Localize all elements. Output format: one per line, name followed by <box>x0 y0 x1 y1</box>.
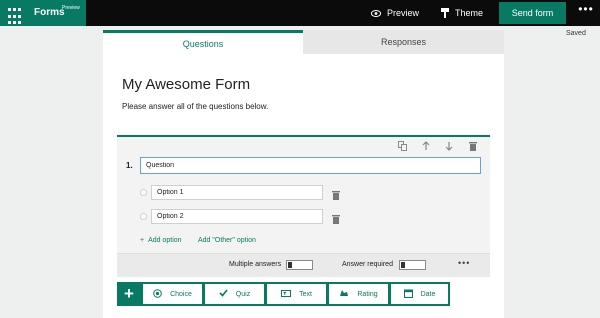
quiz-type-button[interactable]: Quiz <box>205 284 264 304</box>
question-input[interactable] <box>140 157 481 174</box>
add-option-label: Add option <box>148 237 182 244</box>
check-icon <box>219 289 228 299</box>
calendar-icon <box>403 289 413 300</box>
preview-button[interactable]: Preview <box>371 0 419 26</box>
add-question-button[interactable]: + <box>117 282 141 306</box>
answer-required-label: Answer required <box>342 261 393 268</box>
more-options-icon[interactable]: ••• <box>577 3 595 20</box>
trash-icon[interactable] <box>468 141 478 151</box>
choice-label: Choice <box>170 290 192 298</box>
rating-type-button[interactable]: Rating <box>329 284 388 304</box>
send-form-button[interactable]: Send form <box>499 2 566 24</box>
text-type-button[interactable]: Text <box>267 284 326 304</box>
paint-roller-icon <box>441 8 449 18</box>
option-radio <box>140 189 147 196</box>
app-name: Forms <box>34 7 65 18</box>
form-description[interactable]: Please answer all of the questions below… <box>122 102 268 111</box>
saved-status: Saved <box>566 30 586 37</box>
add-other-option-button[interactable]: Add "Other" option <box>198 237 256 244</box>
app-launcher-icon[interactable] <box>0 0 26 26</box>
copy-icon[interactable] <box>397 141 407 151</box>
date-label: Date <box>420 290 436 298</box>
multiple-answers-toggle[interactable] <box>286 260 313 270</box>
date-type-button[interactable]: Date <box>391 284 448 304</box>
answer-required-toggle[interactable] <box>399 260 426 270</box>
theme-button[interactable]: Theme <box>441 0 483 26</box>
add-option-button[interactable]: + Add option <box>140 237 182 244</box>
trash-icon[interactable] <box>332 187 340 200</box>
text-icon <box>281 289 292 299</box>
form-title[interactable]: My Awesome Form <box>122 76 250 93</box>
tab-responses[interactable]: Responses <box>303 30 504 54</box>
option-input[interactable] <box>151 209 323 224</box>
arrow-down-icon[interactable] <box>444 141 454 151</box>
rating-label: Rating <box>357 290 378 298</box>
choice-type-button[interactable]: Choice <box>143 284 202 304</box>
app-brand[interactable]: Forms Preview <box>26 0 86 26</box>
tab-questions[interactable]: Questions <box>103 30 303 54</box>
preview-label: Preview <box>387 8 420 18</box>
question-number: 1. <box>126 161 133 170</box>
question-more-icon[interactable]: ••• <box>458 258 470 268</box>
rating-icon <box>339 289 349 299</box>
arrow-up-icon[interactable] <box>421 141 431 151</box>
app-tag: Preview <box>62 5 80 11</box>
trash-icon[interactable] <box>332 211 340 224</box>
option-input[interactable] <box>151 185 323 200</box>
quiz-label: Quiz <box>235 290 251 298</box>
multiple-answers-label: Multiple answers <box>229 261 282 268</box>
text-label: Text <box>299 290 312 298</box>
eye-icon <box>371 9 381 17</box>
radio-icon <box>153 288 162 300</box>
theme-label: Theme <box>455 8 484 18</box>
option-radio <box>140 213 147 220</box>
plus-icon: + <box>140 237 145 244</box>
